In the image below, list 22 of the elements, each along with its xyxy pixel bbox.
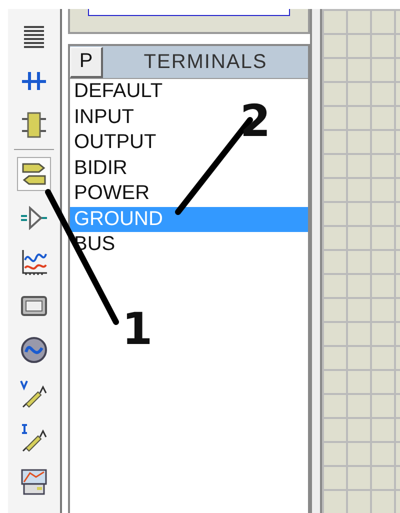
component-icon bbox=[20, 111, 48, 139]
panel-title: TERMINALS bbox=[142, 50, 268, 74]
list-item[interactable]: BIDIR bbox=[70, 156, 128, 181]
list-item[interactable]: INPUT bbox=[70, 104, 134, 130]
annotation-number: 2 bbox=[240, 100, 271, 144]
probe-icon bbox=[19, 423, 49, 453]
list-item[interactable]: DEFAULT bbox=[70, 79, 163, 104]
terminal-icon bbox=[21, 161, 47, 187]
annotation-number: 1 bbox=[122, 308, 153, 352]
list-item[interactable]: POWER bbox=[70, 181, 150, 206]
pin-icon bbox=[19, 206, 49, 230]
graph-icon bbox=[20, 248, 48, 276]
generator-icon bbox=[20, 336, 48, 364]
tool-button[interactable] bbox=[17, 157, 51, 191]
meter-icon bbox=[20, 468, 48, 496]
tape-icon bbox=[21, 296, 47, 316]
probe-icon bbox=[19, 379, 49, 409]
junction-icon bbox=[21, 70, 47, 92]
list-item[interactable]: OUTPUT bbox=[70, 130, 156, 156]
pick-button[interactable]: P bbox=[70, 46, 103, 78]
splitter-bar[interactable] bbox=[310, 9, 322, 513]
text-lines-icon bbox=[22, 24, 46, 50]
